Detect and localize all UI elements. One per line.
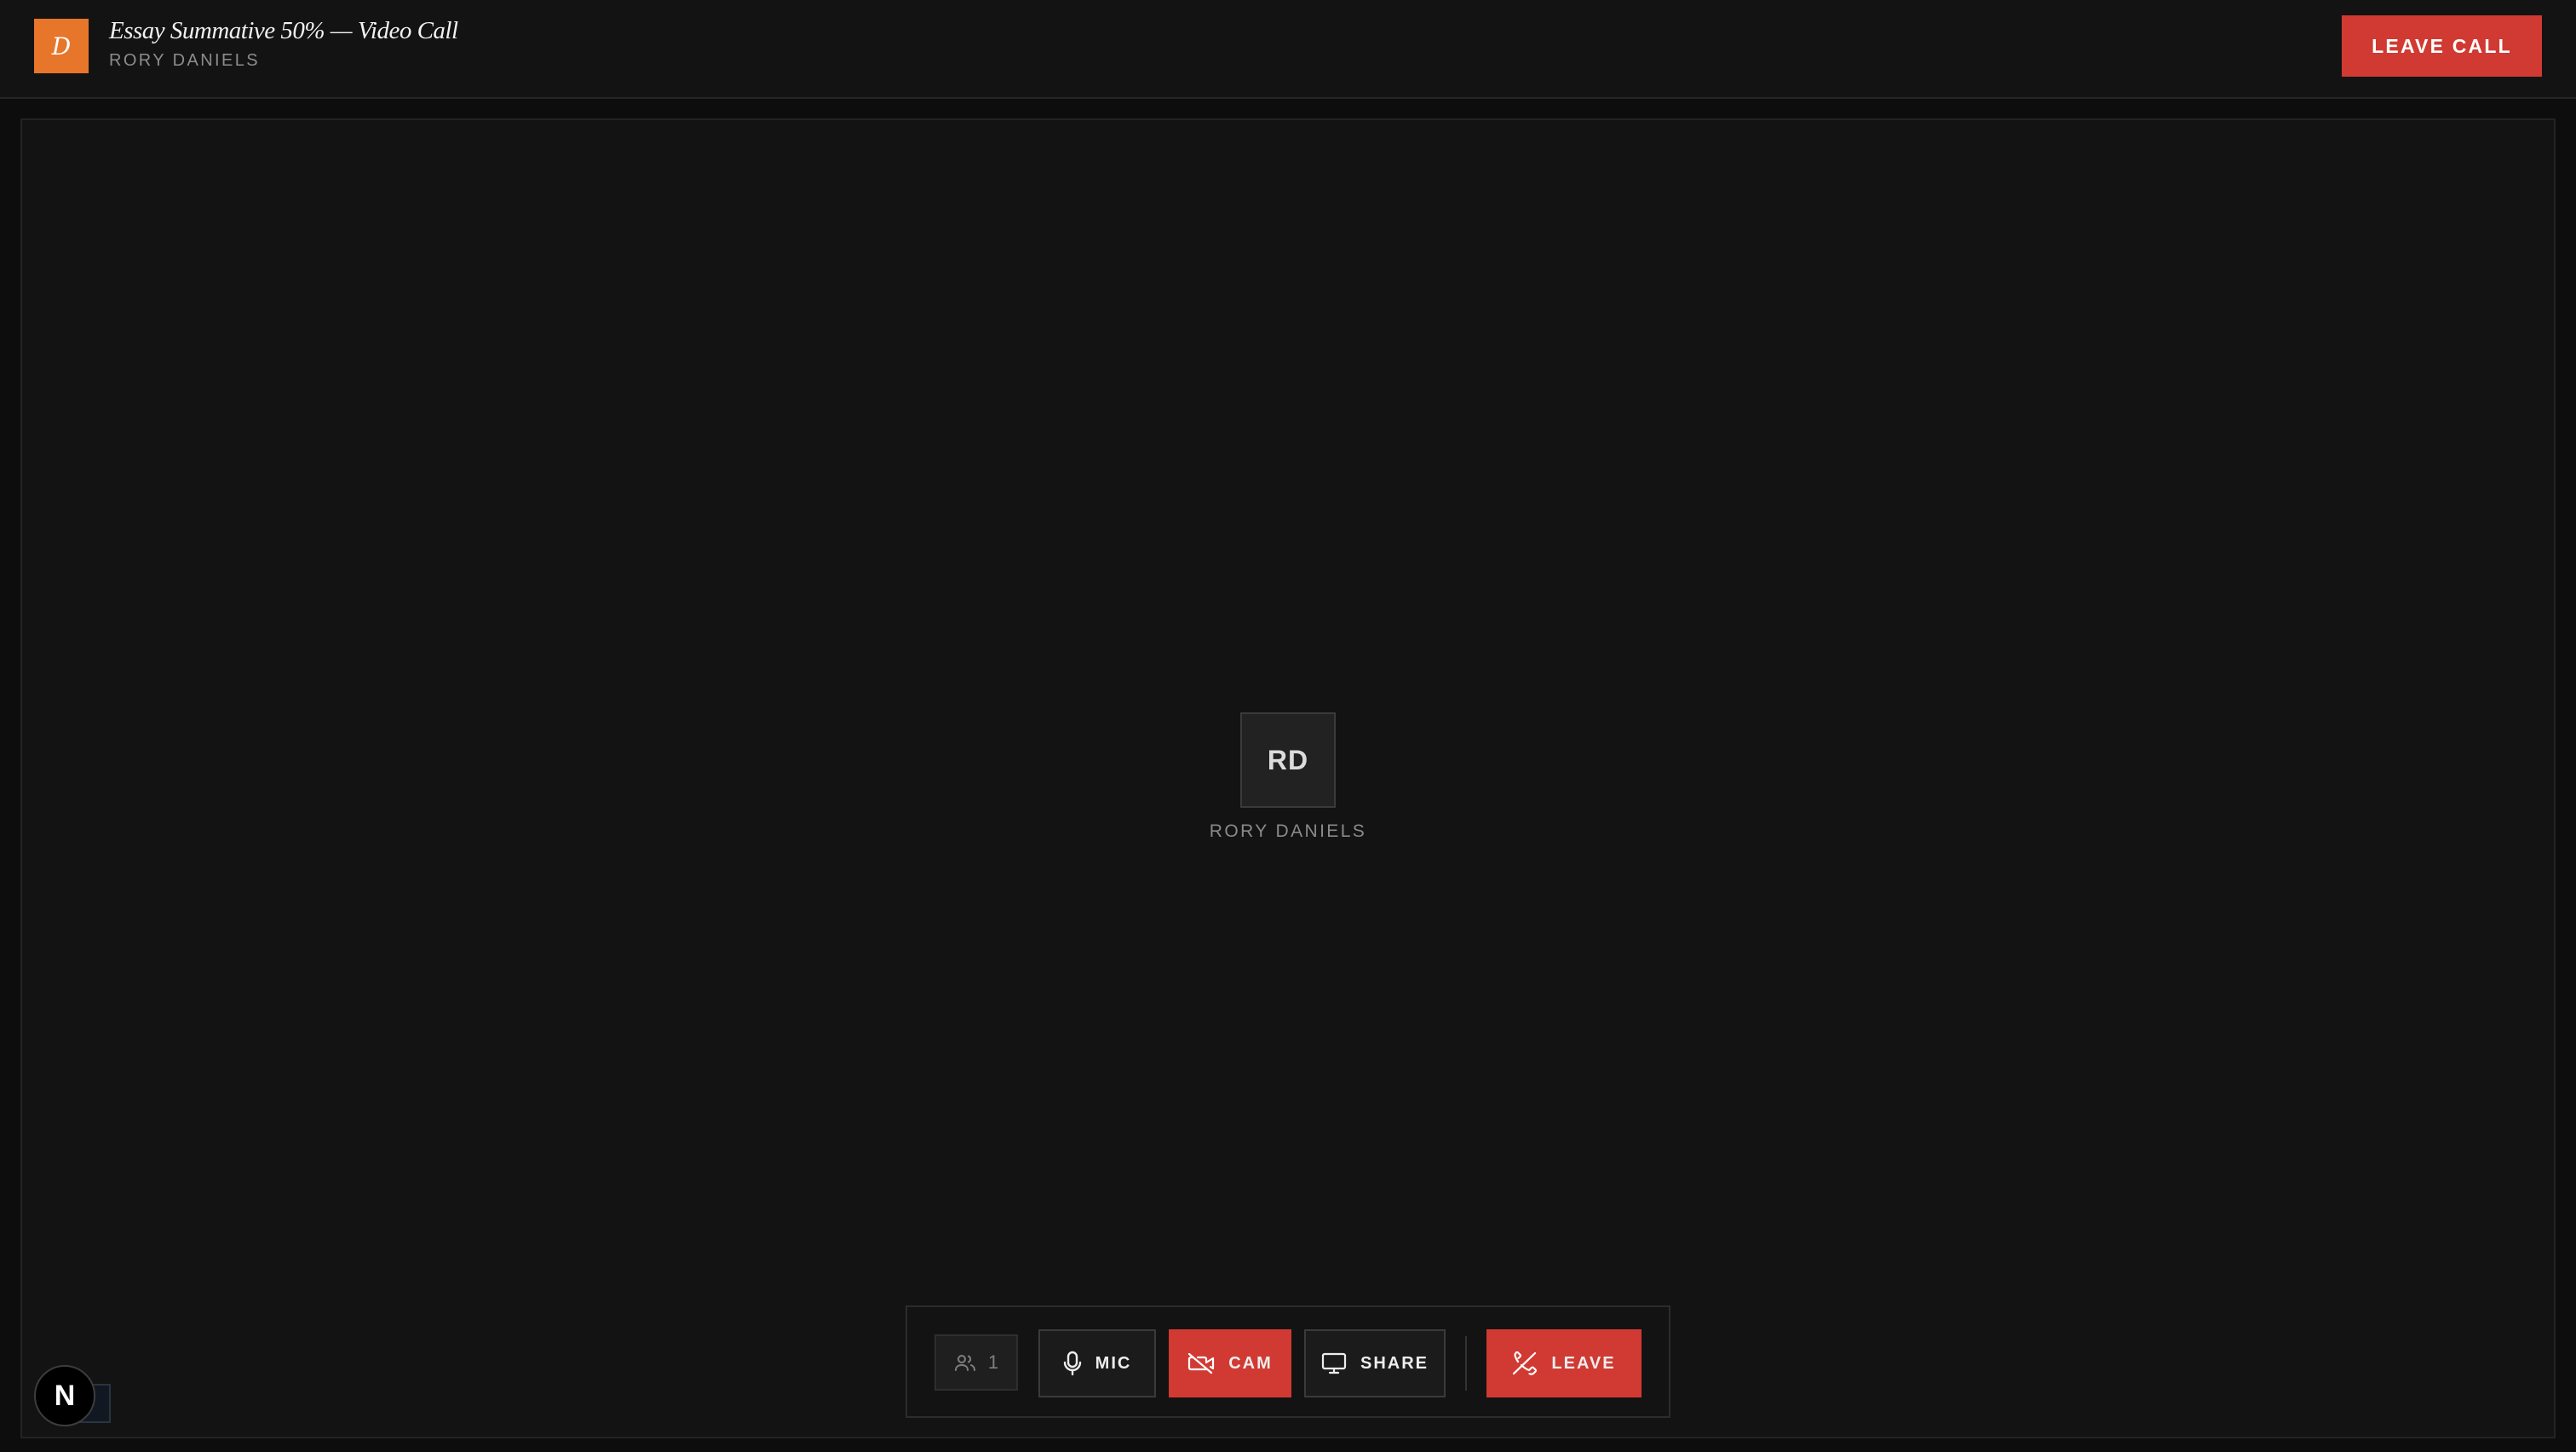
- controls-divider: [1465, 1336, 1467, 1391]
- share-label: SHARE: [1360, 1353, 1429, 1373]
- camera-off-icon: [1187, 1352, 1215, 1374]
- mic-button[interactable]: MIC: [1038, 1329, 1156, 1397]
- cam-label: CAM: [1228, 1353, 1273, 1373]
- camera-toggle-button[interactable]: CAM: [1169, 1329, 1291, 1397]
- share-screen-button[interactable]: SHARE: [1304, 1329, 1446, 1397]
- leave-call-button[interactable]: LEAVE CALL: [2342, 15, 2542, 77]
- avatar: RD: [1240, 712, 1336, 808]
- monitor-icon: [1321, 1352, 1347, 1374]
- participant-count: 1: [987, 1351, 999, 1373]
- mic-label: MIC: [1095, 1353, 1132, 1373]
- app-logo: D: [34, 19, 89, 73]
- call-title: Essay Summative 50% — Video Call: [109, 17, 458, 44]
- host-name: RORY DANIELS: [109, 51, 261, 70]
- participant-name: RORY DANIELS: [1209, 821, 1367, 841]
- participants-button[interactable]: 1: [934, 1334, 1018, 1391]
- leave-label: LEAVE: [1551, 1353, 1616, 1373]
- top-bar: D Essay Summative 50% — Video Call RORY …: [0, 0, 2576, 99]
- leave-button[interactable]: LEAVE: [1486, 1329, 1642, 1397]
- call-controls-bar: 1 MIC CAM SHARE LEAVE: [906, 1305, 1670, 1418]
- phone-off-icon: [1512, 1351, 1538, 1375]
- microphone-icon: [1063, 1351, 1082, 1376]
- users-icon: [954, 1353, 976, 1372]
- nextjs-dev-badge[interactable]: N: [34, 1365, 95, 1426]
